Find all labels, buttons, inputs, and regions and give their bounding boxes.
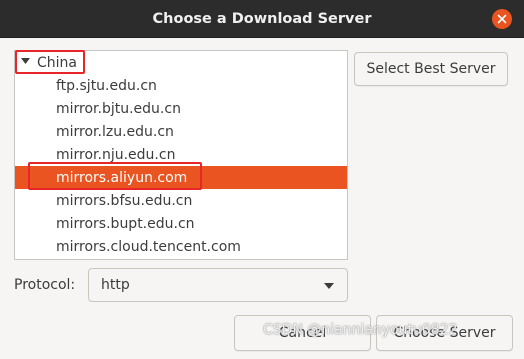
server-name: ftp.sjtu.edu.cn <box>56 77 157 94</box>
select-best-server-button[interactable]: Select Best Server <box>354 52 508 86</box>
choose-server-button[interactable]: Choose Server <box>376 315 513 351</box>
protocol-select[interactable]: http <box>88 268 348 302</box>
server-name: mirrors.cloud.tencent.com <box>56 238 241 255</box>
server-name: mirror.lzu.edu.cn <box>56 123 174 140</box>
server-row[interactable]: mirrors.bupt.edu.cn <box>15 212 347 235</box>
server-row[interactable]: ftp.sjtu.edu.cn <box>15 74 347 97</box>
chevron-down-icon <box>324 283 334 289</box>
server-name: mirror.nju.edu.cn <box>56 146 176 163</box>
server-row[interactable]: mirror.nju.edu.cn <box>15 143 347 166</box>
server-name: mirrors.bfsu.edu.cn <box>56 192 193 209</box>
server-name: mirrors.aliyun.com <box>56 169 188 186</box>
server-row[interactable]: mirror.bjtu.edu.cn <box>15 97 347 120</box>
tree-group-label: China <box>37 54 77 71</box>
triangle-down-icon[interactable] <box>21 58 30 65</box>
close-icon <box>497 14 507 24</box>
server-list[interactable]: China ftp.sjtu.edu.cn mirror.bjtu.edu.cn… <box>14 50 348 260</box>
server-row[interactable]: mirrors.cloud.tencent.com <box>15 235 347 258</box>
server-row[interactable]: mirror.lzu.edu.cn <box>15 120 347 143</box>
close-button[interactable] <box>492 9 512 29</box>
protocol-label: Protocol: <box>14 277 76 293</box>
server-name: mirror.bjtu.edu.cn <box>56 100 181 117</box>
cancel-button[interactable]: Cancel <box>234 315 371 351</box>
dialog-title: Choose a Download Server <box>152 10 372 27</box>
tree-group-china[interactable]: China <box>15 51 347 74</box>
protocol-value: http <box>101 277 130 293</box>
server-row-selected[interactable]: mirrors.aliyun.com <box>15 166 347 189</box>
server-row[interactable]: mirrors.bfsu.edu.cn <box>15 189 347 212</box>
server-name: mirrors.bupt.edu.cn <box>56 215 195 232</box>
title-bar: Choose a Download Server <box>0 0 524 38</box>
